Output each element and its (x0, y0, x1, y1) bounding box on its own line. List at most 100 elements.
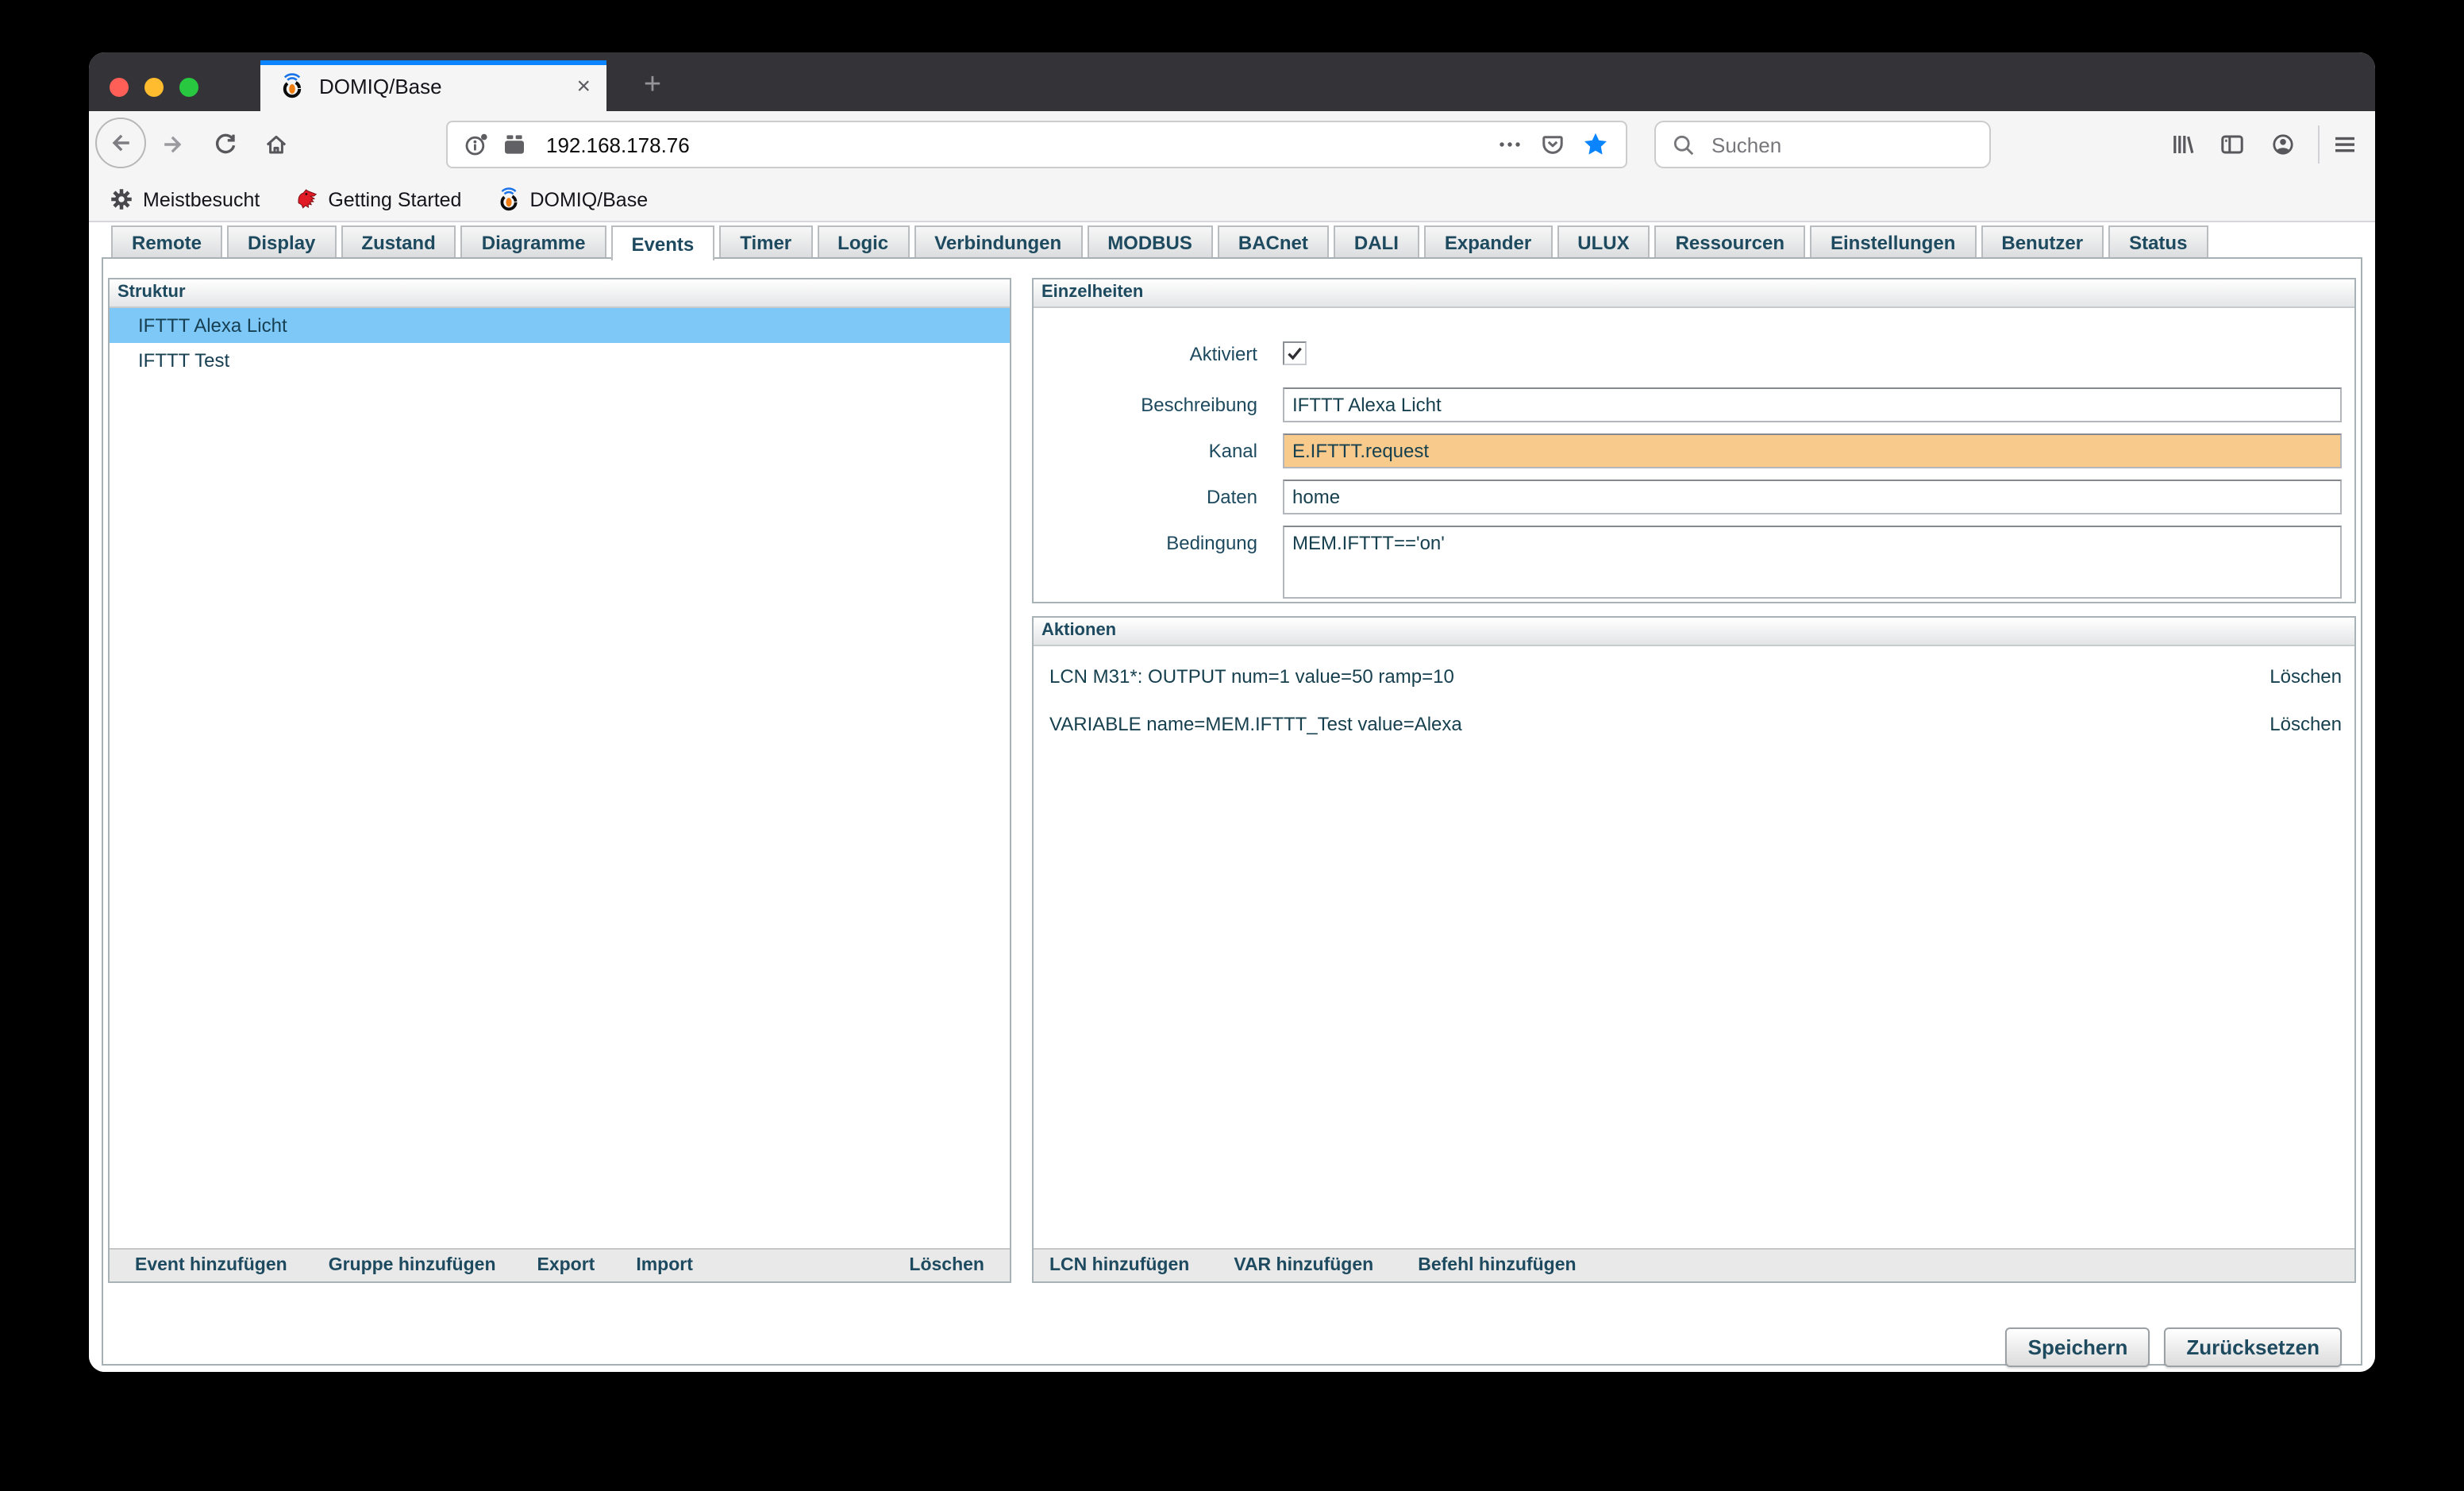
tab-expander[interactable]: Expander (1424, 225, 1552, 257)
bookmark-label: Meistbesucht (143, 188, 260, 210)
aktion-text: VARIABLE name=MEM.IFTTT_Test value=Alexa (1049, 713, 1462, 735)
url-bar[interactable] (446, 121, 1627, 168)
daten-input[interactable] (1283, 480, 2342, 514)
checkbox-check-icon (1286, 345, 1303, 362)
dino-icon (295, 187, 318, 211)
beschreibung-input[interactable] (1283, 387, 2342, 422)
aktionen-toolbar: LCN hinzufügen VAR hinzufügen Befehl hin… (1034, 1248, 2354, 1281)
bookmarks-bar: Meistbesucht Getting Started DOMIQ/Base (89, 178, 2375, 222)
bookmark-domiq-base[interactable]: DOMIQ/Base (496, 187, 648, 211)
tab-ulux[interactable]: ULUX (1557, 225, 1650, 257)
struktur-toolbar: Event hinzufügen Gruppe hinzufügen Expor… (110, 1248, 1010, 1281)
einzelheiten-panel: Einzelheiten Aktiviert Beschreibung (1032, 278, 2356, 603)
url-input[interactable] (543, 131, 1497, 158)
aktion-row-lcn[interactable]: LCN M31*: OUTPUT num=1 value=50 ramp=10 … (1034, 653, 2354, 700)
import-button[interactable]: Import (636, 1256, 693, 1275)
browser-tab-bar: DOMIQ/Base × + (89, 52, 2375, 111)
tab-modbus[interactable]: MODBUS (1087, 225, 1213, 257)
search-bar[interactable] (1654, 121, 1991, 168)
tab-ressourcen[interactable]: Ressourcen (1655, 225, 1805, 257)
toolbar-separator (2318, 125, 2320, 164)
tab-bacnet[interactable]: BACnet (1218, 225, 1329, 257)
speichern-button[interactable]: Speichern (2006, 1327, 2150, 1367)
tab-benutzer[interactable]: Benutzer (1981, 225, 2104, 257)
aktion-row-variable[interactable]: VARIABLE name=MEM.IFTTT_Test value=Alexa… (1034, 700, 2354, 748)
library-icon[interactable] (2170, 132, 2196, 157)
aktiviert-checkbox[interactable] (1283, 341, 1307, 365)
bookmark-star-icon[interactable] (1583, 132, 1608, 157)
zuruecksetzen-button[interactable]: Zurücksetzen (2164, 1327, 2342, 1367)
search-input[interactable] (1708, 131, 1989, 158)
menu-hamburger-icon[interactable] (2332, 132, 2358, 157)
tab-dali[interactable]: DALI (1334, 225, 1419, 257)
aktion-loeschen-link[interactable]: Löschen (2270, 665, 2342, 688)
aktion-loeschen-link[interactable]: Löschen (2270, 713, 2342, 735)
bedingung-textarea[interactable]: MEM.IFTTT=='on' (1283, 526, 2342, 599)
lcn-hinzufuegen-button[interactable]: LCN hinzufügen (1049, 1256, 1189, 1275)
footer-button-row: Speichern Zurücksetzen (2006, 1327, 2342, 1367)
daten-label: Daten (1034, 480, 1257, 514)
tab-diagramme[interactable]: Diagramme (461, 225, 606, 257)
bookmark-meistbesucht[interactable]: Meistbesucht (110, 187, 260, 211)
tab-einstellungen[interactable]: Einstellungen (1810, 225, 1976, 257)
tab-events[interactable]: Events (611, 225, 715, 260)
bookmark-label: DOMIQ/Base (529, 188, 648, 210)
list-item-ifttt-test[interactable]: IFTTT Test (110, 343, 1010, 378)
var-hinzufuegen-button[interactable]: VAR hinzufügen (1234, 1256, 1373, 1275)
tab-close-icon[interactable]: × (576, 74, 591, 98)
beschreibung-label: Beschreibung (1034, 387, 1257, 422)
home-button[interactable] (264, 132, 289, 157)
search-icon (1672, 133, 1696, 156)
forward-button[interactable] (160, 132, 186, 157)
tab-timer[interactable]: Timer (719, 225, 812, 257)
aktiviert-label: Aktiviert (1034, 337, 1257, 372)
screen-share-permission-icon[interactable] (502, 132, 527, 157)
back-arrow-icon (108, 130, 133, 156)
page-actions-icon[interactable] (1497, 132, 1523, 157)
list-item-ifttt-alexa-licht[interactable]: IFTTT Alexa Licht (110, 308, 1010, 343)
bookmark-getting-started[interactable]: Getting Started (295, 187, 461, 211)
kanal-label: Kanal (1034, 433, 1257, 468)
tab-remote[interactable]: Remote (111, 225, 222, 257)
sidebar-toggle-icon[interactable] (2220, 132, 2245, 157)
reload-button[interactable] (213, 132, 238, 157)
site-info-icon[interactable] (464, 132, 489, 157)
gear-icon (110, 187, 133, 211)
window-close-button[interactable] (110, 78, 129, 97)
new-tab-button[interactable]: + (626, 60, 680, 111)
aktionen-panel-title: Aktionen (1034, 618, 2354, 646)
domiq-logo-icon (496, 187, 520, 211)
window-minimize-button[interactable] (144, 78, 164, 97)
loeschen-button[interactable]: Löschen (909, 1256, 984, 1275)
active-tab-accent (260, 60, 606, 65)
back-button[interactable] (95, 118, 146, 168)
aktion-text: LCN M31*: OUTPUT num=1 value=50 ramp=10 (1049, 665, 1454, 688)
tab-title: DOMIQ/Base (319, 74, 442, 98)
page-content: Remote Display Zustand Diagramme Events … (89, 222, 2375, 1372)
content-container: Struktur IFTTT Alexa Licht IFTTT Test Ev… (102, 257, 2362, 1366)
kanal-input[interactable] (1283, 433, 2342, 468)
tab-display[interactable]: Display (227, 225, 336, 257)
pocket-icon[interactable] (1540, 132, 1565, 157)
window-zoom-button[interactable] (179, 78, 198, 97)
befehl-hinzufuegen-button[interactable]: Befehl hinzufügen (1418, 1256, 1576, 1275)
bookmark-label: Getting Started (328, 188, 461, 210)
account-icon[interactable] (2270, 132, 2296, 157)
event-hinzufuegen-button[interactable]: Event hinzufügen (135, 1256, 287, 1275)
browser-tab[interactable]: DOMIQ/Base × (260, 60, 606, 111)
struktur-panel: Struktur IFTTT Alexa Licht IFTTT Test Ev… (108, 278, 1011, 1283)
tab-zustand[interactable]: Zustand (341, 225, 456, 257)
tab-status[interactable]: Status (2108, 225, 2208, 257)
einzelheiten-panel-title: Einzelheiten (1034, 279, 2354, 308)
tab-logic[interactable]: Logic (817, 225, 909, 257)
browser-nav-bar (89, 111, 2375, 178)
bedingung-label: Bedingung (1034, 526, 1257, 607)
gruppe-hinzufuegen-button[interactable]: Gruppe hinzufügen (329, 1256, 496, 1275)
export-button[interactable]: Export (537, 1256, 595, 1275)
tab-verbindungen[interactable]: Verbindungen (914, 225, 1082, 257)
aktionen-list: LCN M31*: OUTPUT num=1 value=50 ramp=10 … (1034, 653, 2354, 748)
app-tab-strip: Remote Display Zustand Diagramme Events … (111, 225, 2208, 260)
struktur-list: IFTTT Alexa Licht IFTTT Test (110, 308, 1010, 378)
einzelheiten-form: Aktiviert Beschreibung Kana (1034, 308, 2354, 607)
struktur-panel-title: Struktur (110, 279, 1010, 308)
